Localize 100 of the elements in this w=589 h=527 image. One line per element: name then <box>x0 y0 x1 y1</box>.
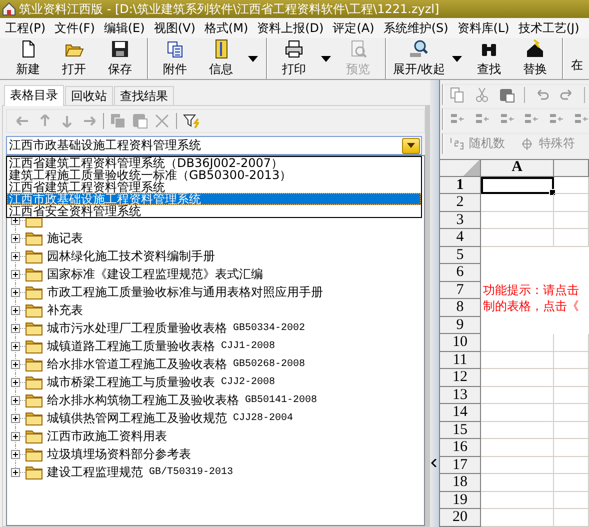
menu-item[interactable]: 编辑(E) <box>100 20 149 36</box>
folder-icon <box>25 320 43 336</box>
select-all-button[interactable] <box>440 160 481 177</box>
open-button[interactable]: 打开 <box>51 38 97 79</box>
tree-item[interactable]: 城镇道路工程施工质量验收表格 <box>47 338 215 354</box>
menu-item[interactable]: 资料库(L) <box>453 20 514 36</box>
row-header[interactable]: 14 <box>440 404 481 422</box>
dropdown-option[interactable]: 江西省建筑工程资料管理系统（DB36J002-2007） <box>7 157 421 169</box>
expand-icon[interactable] <box>11 450 20 458</box>
new-button[interactable]: 新建 <box>5 38 51 79</box>
tree-item[interactable]: 建设工程监理规范 <box>47 464 143 480</box>
row-header[interactable]: 13 <box>440 386 481 404</box>
menu-item[interactable]: 工程(P) <box>1 20 50 36</box>
dropdown-option[interactable]: 江西省安全资料管理系统 <box>7 205 421 217</box>
row-header[interactable]: 4 <box>440 229 481 247</box>
tab[interactable]: 查找结果 <box>114 86 174 105</box>
expand-icon[interactable] <box>11 342 20 350</box>
save-button[interactable]: 保存 <box>97 38 143 79</box>
caret-icon <box>248 56 258 62</box>
magnifier-icon <box>409 39 430 59</box>
column-header[interactable]: A <box>481 160 554 177</box>
folder-icon <box>25 464 43 480</box>
menu-item[interactable]: 视图(V) <box>150 20 200 36</box>
menu-item[interactable]: 系统维护(S) <box>379 20 452 36</box>
menu-item[interactable]: 格式(M) <box>200 20 252 36</box>
menu-item[interactable]: 评定(A) <box>328 20 378 36</box>
menu-item[interactable]: 技术工艺(J) <box>514 20 584 36</box>
caret-icon <box>407 143 415 148</box>
expand-icon[interactable] <box>11 432 20 440</box>
expand-icon[interactable] <box>11 306 20 314</box>
row-header[interactable]: 1 <box>440 176 481 194</box>
paste-icon[interactable] <box>499 87 515 104</box>
dropdown-option[interactable]: 建筑工程施工质量验收统一标准（GB50300-2013） <box>7 169 421 181</box>
row-header[interactable]: 16 <box>440 439 481 457</box>
row-header[interactable]: 11 <box>440 352 481 370</box>
row-header[interactable]: 8 <box>440 299 481 317</box>
menu-item[interactable]: 资料上报(D) <box>253 20 328 36</box>
expand-icon[interactable] <box>11 252 20 260</box>
row-header[interactable]: 17 <box>440 456 481 474</box>
row-header[interactable]: 20 <box>440 509 481 527</box>
row-header[interactable]: 6 <box>440 264 481 282</box>
standard-code: CJJ28-2004 <box>233 412 294 424</box>
tree-item[interactable]: 国家标准《建设工程监理规范》表式汇编 <box>47 266 263 282</box>
row-header[interactable]: 9 <box>440 316 481 334</box>
tree-item[interactable]: 给水排水构筑物工程施工及验收表格 <box>47 392 239 408</box>
expand-icon[interactable] <box>11 414 20 422</box>
expand-icon[interactable] <box>11 234 20 242</box>
tree-item[interactable]: 城市桥梁工程施工与质量验收表 <box>47 374 215 390</box>
find-button[interactable]: 查找 <box>466 38 512 79</box>
category-combo[interactable]: 江西市政基础设施工程资料管理系统 <box>6 136 422 155</box>
scissors-icon[interactable] <box>474 87 490 104</box>
attach-button[interactable]: 附件 <box>152 38 198 79</box>
row-header[interactable]: 12 <box>440 369 481 387</box>
tab[interactable]: 表格目录 <box>4 85 64 106</box>
filter-icon[interactable] <box>183 113 199 129</box>
standard-code: CJJ1-2008 <box>221 340 276 352</box>
tab[interactable]: 回收站 <box>65 86 113 105</box>
tree-item[interactable]: 市政工程施工质量验收标准与通用表格对照应用手册 <box>47 284 323 300</box>
expand-icon[interactable] <box>11 378 20 386</box>
tree-item[interactable]: 江西市政施工资料用表 <box>47 428 167 444</box>
row-header[interactable]: 3 <box>440 212 481 230</box>
expand-icon[interactable] <box>11 396 20 404</box>
dropdown-button[interactable] <box>402 138 420 154</box>
tree-item[interactable]: 补充表 <box>47 302 83 318</box>
app-icon <box>2 2 16 16</box>
menu-item[interactable]: 文件(F) <box>50 20 99 36</box>
tree-item[interactable]: 垃圾填埋场资料部分参考表 <box>47 446 191 462</box>
hint-text: 功能提示：请点击 制的表格，点击《 <box>482 282 580 315</box>
expand-icon[interactable] <box>11 468 20 476</box>
copy-icon[interactable] <box>449 87 465 104</box>
expand-icon[interactable] <box>11 324 20 332</box>
folder-icon <box>25 338 43 354</box>
expand-button[interactable]: 展开/收起 <box>390 38 448 79</box>
numbers-icon <box>449 136 465 151</box>
folder-icon <box>25 374 43 390</box>
expand-icon[interactable] <box>11 288 20 296</box>
row-header[interactable]: 7 <box>440 282 481 300</box>
tree-item[interactable]: 城镇供热管网工程施工及验收规范 <box>47 410 227 426</box>
row-header[interactable]: 15 <box>440 422 481 440</box>
house-icon <box>525 39 546 59</box>
tree-item[interactable]: 施记表 <box>47 230 83 246</box>
info-button[interactable]: 信息 <box>198 38 244 79</box>
row-header[interactable]: 5 <box>440 246 481 264</box>
tree-item[interactable]: 城市污水处理厂工程质量验收表格 <box>47 320 227 336</box>
tree-item[interactable]: 给水排水管道工程施工及验收表格 <box>47 356 227 372</box>
toolbar-button[interactable]: 在 <box>567 38 588 79</box>
expand-icon[interactable] <box>11 360 20 368</box>
dropdown-option[interactable]: 江西省建筑工程资料管理系统 <box>7 181 421 193</box>
expand-icon[interactable] <box>11 270 20 278</box>
folder-icon <box>25 284 43 300</box>
row-header[interactable]: 2 <box>440 194 481 212</box>
cell[interactable] <box>481 176 554 194</box>
print-button[interactable]: 打印 <box>271 38 317 79</box>
tree-item[interactable]: 园林绿化施工技术资料编制手册 <box>47 248 215 264</box>
row-header[interactable]: 18 <box>440 474 481 492</box>
row-header[interactable]: 19 <box>440 492 481 510</box>
row-header[interactable]: 10 <box>440 334 481 352</box>
folder-icon <box>25 248 43 264</box>
column-header[interactable] <box>554 160 589 177</box>
replace-button[interactable]: 替换 <box>512 38 558 79</box>
